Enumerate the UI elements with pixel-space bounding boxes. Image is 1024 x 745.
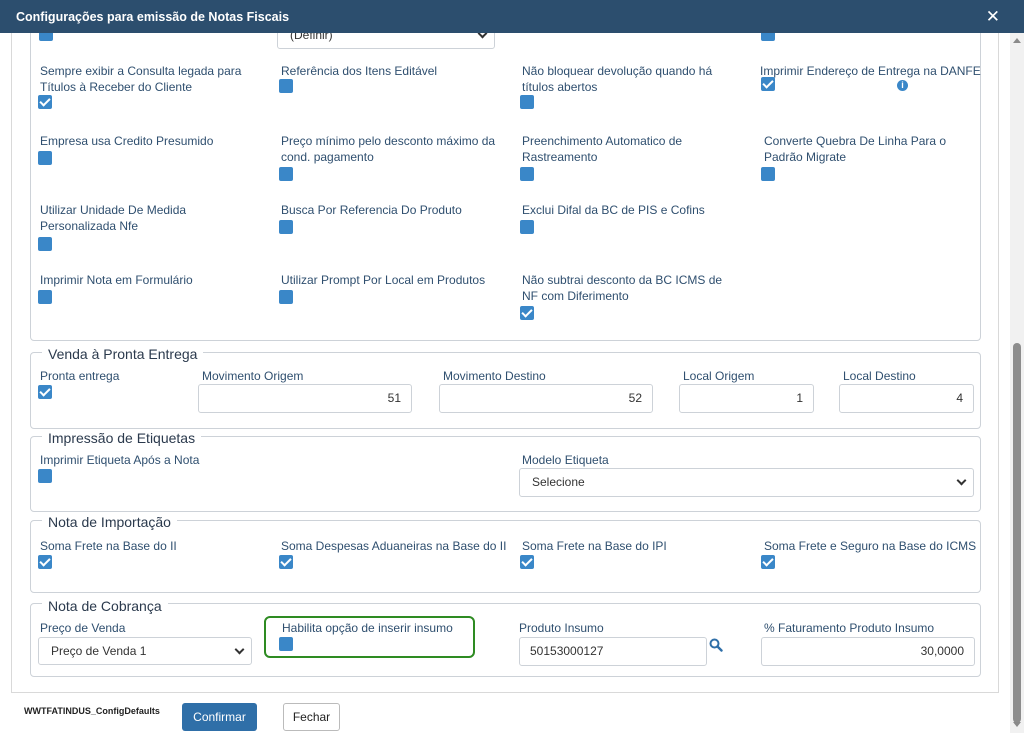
checkbox-frete-ii[interactable] — [38, 555, 52, 569]
label-frete-seguro-icms: Soma Frete e Seguro na Base do ICMS — [764, 539, 977, 553]
checkbox-frete-seguro-icms[interactable] — [761, 555, 775, 569]
top-select-value: (Definir) — [290, 33, 333, 42]
label-produto-insumo: Produto Insumo — [519, 621, 604, 635]
label-frete-ipi: Soma Frete na Base do IPI — [522, 539, 667, 553]
legend-cobranca: Nota de Cobrança — [42, 598, 168, 614]
program-name: WWTFATINDUS_ConfigDefaults — [24, 706, 160, 716]
legend-etiquetas: Impressão de Etiquetas — [42, 430, 202, 446]
label-prompt-local: Utilizar Prompt Por Local em Produtos — [281, 273, 486, 287]
label-busca-referencia: Busca Por Referencia Do Produto — [281, 203, 462, 217]
label-preco-venda: Preço de Venda — [40, 621, 126, 635]
movimento-origem-input[interactable]: 51 — [198, 384, 412, 413]
label-movimento-origem: Movimento Origem — [202, 369, 304, 383]
label-pronta-entrega: Pronta entrega — [40, 369, 120, 383]
label-nao-subtrai: Não subtrai desconto da BC ICMS de NF co… — [522, 273, 723, 303]
close-icon[interactable]: ✕ — [986, 7, 1000, 27]
label-quebra-linha: Converte Quebra De Linha Para o Padrão M… — [764, 134, 947, 164]
checkbox-habilita-insumo[interactable] — [279, 637, 293, 651]
scroll-up-icon[interactable] — [1013, 38, 1021, 43]
label-modelo-etiqueta: Modelo Etiqueta — [522, 453, 609, 467]
label-unidade-medida: Utilizar Unidade De Medida Personalizada… — [40, 203, 187, 233]
dialog-title: Configurações para emissão de Notas Fisc… — [16, 10, 290, 24]
checkbox-pronta-entrega[interactable] — [38, 385, 52, 399]
label-movimento-destino: Movimento Destino — [443, 369, 546, 383]
label-local-destino: Local Destino — [843, 369, 916, 383]
label-consulta-legada: Sempre exibir a Consulta legada para Tít… — [40, 64, 242, 94]
dialog-content: (Definir) Sempre exibir a Consulta legad… — [11, 33, 999, 693]
checkbox-rastreamento[interactable] — [520, 167, 534, 181]
checkbox-credito-presumido[interactable] — [38, 151, 52, 165]
vertical-scrollbar[interactable] — [1010, 33, 1024, 733]
checkbox-top-4[interactable] — [761, 33, 775, 41]
chevron-down-icon — [234, 644, 245, 655]
label-preco-minimo: Preço mínimo pelo desconto máximo da con… — [281, 134, 496, 164]
info-icon[interactable]: i — [897, 80, 908, 91]
close-button[interactable]: Fechar — [283, 703, 340, 731]
produto-insumo-input[interactable]: 50153000127 — [519, 637, 707, 666]
label-referencia-itens: Referência dos Itens Editável — [281, 64, 438, 78]
scroll-down-icon[interactable] — [1013, 722, 1021, 727]
modelo-etiqueta-select[interactable]: Selecione — [519, 468, 974, 497]
label-faturamento-insumo: % Faturamento Produto Insumo — [764, 621, 935, 635]
legend-pronta-entrega: Venda à Pronta Entrega — [42, 346, 204, 362]
preco-venda-select[interactable]: Preço de Venda 1 — [38, 637, 252, 665]
checkbox-top-1[interactable] — [39, 33, 53, 41]
local-destino-input[interactable]: 4 — [839, 384, 974, 413]
checkbox-prompt-local[interactable] — [279, 290, 293, 304]
top-select[interactable]: (Definir) — [277, 33, 495, 49]
modelo-etiqueta-value: Selecione — [532, 475, 585, 489]
label-nota-formulario: Imprimir Nota em Formulário — [40, 273, 193, 287]
faturamento-insumo-input[interactable]: 30,0000 — [761, 637, 975, 666]
label-habilita-insumo: Habilita opção de inserir insumo — [282, 621, 453, 635]
checkbox-imprimir-endereco[interactable] — [761, 77, 775, 91]
chevron-down-icon — [477, 33, 488, 39]
fieldset-importacao — [30, 520, 981, 593]
checkbox-exclui-difal[interactable] — [520, 220, 534, 234]
movimento-destino-input[interactable]: 52 — [439, 384, 653, 413]
label-exclui-difal: Exclui Difal da BC de PIS e Cofins — [522, 203, 705, 217]
legend-importacao: Nota de Importação — [42, 514, 177, 530]
checkbox-quebra-linha[interactable] — [761, 167, 775, 181]
label-rastreamento: Preenchimento Automatico de Rastreamento — [522, 134, 683, 164]
confirm-button[interactable]: Confirmar — [182, 703, 257, 731]
checkbox-nao-bloquear[interactable] — [520, 95, 534, 109]
dialog-titlebar: Configurações para emissão de Notas Fisc… — [0, 0, 1024, 33]
label-local-origem: Local Origem — [683, 369, 755, 383]
checkbox-preco-minimo[interactable] — [279, 167, 293, 181]
checkbox-unidade-medida[interactable] — [38, 237, 52, 251]
preco-venda-value: Preço de Venda 1 — [51, 644, 147, 658]
search-icon[interactable] — [709, 638, 723, 652]
chevron-down-icon — [956, 475, 967, 486]
checkbox-imprimir-etiqueta[interactable] — [38, 469, 52, 483]
scrollbar-thumb[interactable] — [1013, 343, 1021, 723]
checkbox-consulta-legada[interactable] — [38, 95, 52, 109]
label-imprimir-endereco: Imprimir Endereço de Entrega na DANFE — [760, 64, 981, 78]
local-origem-input[interactable]: 1 — [679, 384, 814, 413]
checkbox-despesas-aduaneiras[interactable] — [279, 555, 293, 569]
label-credito-presumido: Empresa usa Credito Presumido — [40, 134, 214, 148]
checkbox-nao-subtrai[interactable] — [520, 306, 534, 320]
label-nao-bloquear: Não bloquear devolução quando há títulos… — [522, 64, 713, 94]
label-frete-ii: Soma Frete na Base do II — [40, 539, 177, 553]
checkbox-busca-referencia[interactable] — [279, 220, 293, 234]
label-despesas-aduaneiras: Soma Despesas Aduaneiras na Base do II — [281, 539, 507, 553]
checkbox-nota-formulario[interactable] — [38, 290, 52, 304]
checkbox-referencia-itens[interactable] — [279, 79, 293, 93]
checkbox-frete-ipi[interactable] — [520, 555, 534, 569]
label-imprimir-etiqueta: Imprimir Etiqueta Após a Nota — [40, 453, 200, 467]
